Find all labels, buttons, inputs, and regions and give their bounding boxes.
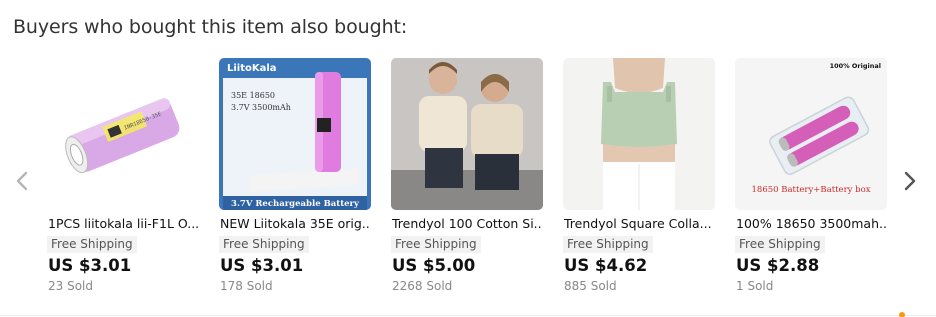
product-price: US $3.01 — [220, 256, 304, 275]
product-card-3[interactable]: Trendyol 100 Cotton Si... Free Shipping … — [391, 58, 543, 293]
banner-text: 3.7V Rechargeable Battery — [231, 199, 360, 209]
product-title[interactable]: NEW Liitokala 35E orig... — [219, 215, 371, 232]
product-price: US $2.88 — [736, 256, 820, 275]
product-title[interactable]: Trendyol 100 Cotton Si... — [391, 215, 543, 232]
shipping-badge: Free Shipping — [47, 236, 137, 253]
image-caption: 18650 Battery+Battery box — [752, 185, 871, 195]
chevron-right-icon — [904, 171, 916, 191]
product-card-5[interactable]: 100% Original 18650 Battery+Battery box … — [735, 58, 887, 293]
battery-box-image: 100% Original 18650 Battery+Battery box — [735, 58, 887, 210]
product-price: US $5.00 — [392, 256, 476, 275]
product-price: US $4.62 — [564, 256, 648, 275]
carousel-prev-button[interactable] — [10, 166, 34, 196]
section-title: Buyers who bought this item also bought: — [13, 16, 408, 38]
liitokala-battery-image: LiitoKala 35E 18650 3.7V 3500mAh 3.7V Re… — [219, 58, 371, 210]
product-card-1[interactable]: INR18650-35E 1PCS liitokala lii-F1L O...… — [47, 58, 199, 293]
product-image-3[interactable] — [391, 58, 543, 210]
model-text-1: 35E 18650 — [231, 91, 275, 100]
sold-count: 2268 Sold — [392, 279, 453, 293]
scroll-indicator-dot — [899, 312, 905, 317]
crop-top-photo — [563, 58, 715, 210]
product-title[interactable]: Trendyol Square Colla... — [563, 215, 715, 232]
product-image-4[interactable] — [563, 58, 715, 210]
sold-count: 1 Sold — [736, 279, 774, 293]
sold-count: 178 Sold — [220, 279, 273, 293]
product-image-2[interactable]: LiitoKala 35E 18650 3.7V 3500mAh 3.7V Re… — [219, 58, 371, 210]
battery-image: INR18650-35E — [47, 58, 199, 210]
original-badge: 100% Original — [830, 62, 881, 70]
product-price: US $3.01 — [48, 256, 132, 275]
product-card-4[interactable]: Trendyol Square Colla... Free Shipping U… — [563, 58, 715, 293]
sold-count: 23 Sold — [48, 279, 93, 293]
product-card-2[interactable]: LiitoKala 35E 18650 3.7V 3500mAh 3.7V Re… — [219, 58, 371, 293]
product-title[interactable]: 1PCS liitokala lii-F1L O... — [47, 215, 199, 232]
product-image-5[interactable]: 100% Original 18650 Battery+Battery box — [735, 58, 887, 210]
chevron-left-icon — [16, 171, 28, 191]
shipping-badge: Free Shipping — [219, 236, 309, 253]
two-women-tshirt-photo — [391, 58, 543, 210]
sold-count: 885 Sold — [564, 279, 617, 293]
carousel-next-button[interactable] — [898, 166, 922, 196]
product-image-1[interactable]: INR18650-35E — [47, 58, 199, 210]
product-title[interactable]: 100% 18650 3500mah... — [735, 215, 887, 232]
shipping-badge: Free Shipping — [563, 236, 653, 253]
brand-logo: LiitoKala — [227, 63, 277, 74]
model-text-2: 3.7V 3500mAh — [231, 103, 291, 112]
shipping-badge: Free Shipping — [391, 236, 481, 253]
shipping-badge: Free Shipping — [735, 236, 825, 253]
section-divider — [0, 315, 936, 316]
